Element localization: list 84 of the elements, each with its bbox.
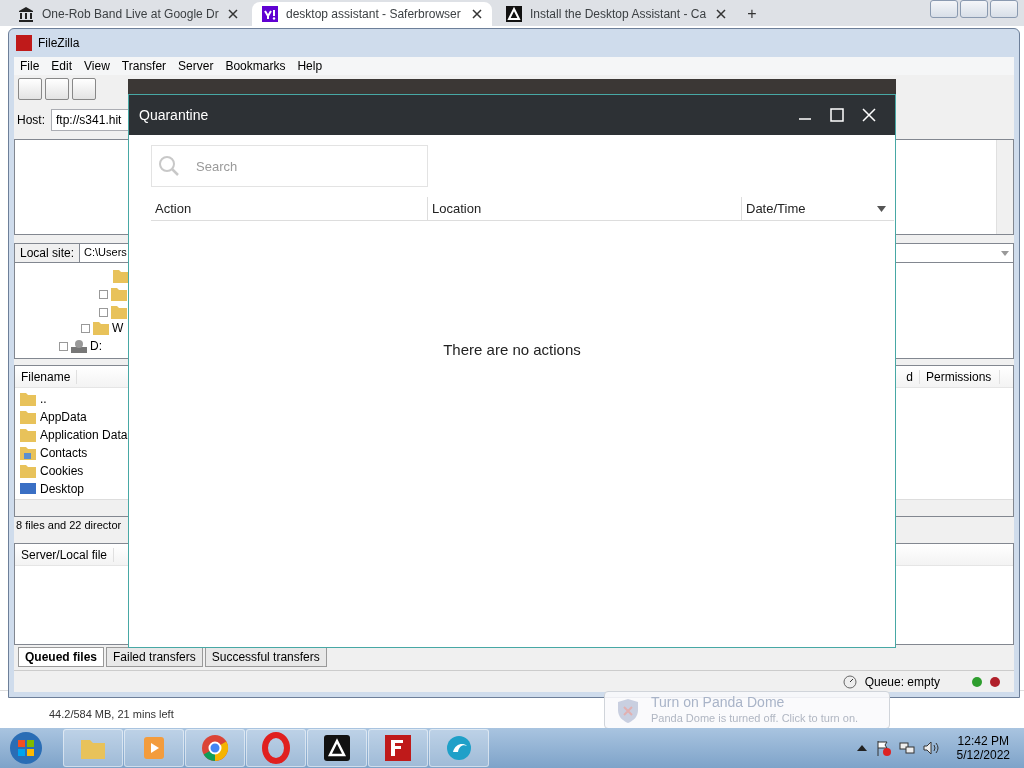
column-header[interactable]: Date/Time <box>742 197 894 220</box>
browser-tab[interactable]: One-Rob Band Live at Google Dr <box>8 2 248 26</box>
queue-tab[interactable]: Failed transfers <box>106 647 203 667</box>
taskbar-app[interactable] <box>307 729 367 767</box>
menu-item[interactable]: Bookmarks <box>219 59 292 73</box>
file-row[interactable]: .. <box>15 390 513 408</box>
notification-message: Panda Dome is turned off. Click to turn on. <box>651 712 860 724</box>
download-status: 44.2/584 MB, 21 mins left <box>49 708 174 720</box>
close-icon[interactable] <box>228 9 238 19</box>
local-site-label: Local site: <box>15 244 81 262</box>
search-icon <box>158 155 180 177</box>
triangle-logo-icon <box>321 732 353 764</box>
windows-logo-icon <box>9 731 43 765</box>
menu-item[interactable]: Help <box>291 59 329 73</box>
folder-icon <box>20 464 36 478</box>
window-title: FileZilla <box>38 36 80 50</box>
close-button[interactable] <box>990 0 1018 18</box>
empty-message: There are no actions <box>443 340 581 358</box>
toolbar-button[interactable] <box>72 78 96 100</box>
shield-warning-icon <box>615 698 641 724</box>
flag-icon[interactable] <box>874 740 891 756</box>
file-row[interactable]: Application Data <box>15 426 513 444</box>
expand-icon[interactable] <box>59 341 68 351</box>
site-manager-button[interactable] <box>18 78 42 100</box>
tree-item[interactable]: D: <box>59 339 102 353</box>
network-icon[interactable] <box>898 740 915 756</box>
column-header[interactable]: Permissions <box>920 369 1000 384</box>
filezilla-icon <box>382 732 414 764</box>
column-header[interactable]: Filename <box>15 369 78 384</box>
column-header[interactable]: Location <box>428 197 742 220</box>
taskbar-app[interactable] <box>368 729 428 767</box>
triangle-logo-icon <box>506 6 522 22</box>
file-row[interactable]: AppData <box>15 408 513 426</box>
notification-title: Turn on Panda Dome <box>651 694 786 710</box>
browser-tab[interactable]: Install the Desktop Assistant - Ca <box>496 2 736 26</box>
column-header[interactable]: Action <box>151 197 428 220</box>
menu-item[interactable]: File <box>14 59 46 73</box>
queue-tab[interactable]: Successful transfers <box>204 647 327 667</box>
host-field[interactable]: ftp://s341.hit <box>51 109 131 131</box>
folder-icon <box>111 305 127 319</box>
menu-item[interactable]: Server <box>172 59 220 73</box>
folder-icon <box>20 392 36 406</box>
folder-icon <box>111 287 127 301</box>
folder-icon <box>113 269 129 283</box>
volume-icon[interactable] <box>922 740 939 756</box>
speed-gauge-icon <box>842 674 857 689</box>
menu-item[interactable]: Edit <box>45 59 79 73</box>
queue-status: Queue: empty <box>864 674 940 689</box>
filezilla-icon <box>16 35 32 51</box>
scrollbar[interactable] <box>996 140 1013 234</box>
dialog-title: Quarantine <box>139 107 210 123</box>
minimize-button[interactable] <box>930 0 958 18</box>
dropdown-icon[interactable] <box>1001 251 1009 257</box>
tree-item[interactable]: W <box>81 321 124 335</box>
new-tab-button[interactable]: + <box>740 2 764 26</box>
restore-button[interactable] <box>960 0 988 18</box>
close-icon[interactable] <box>472 9 482 19</box>
queue-tab[interactable]: Queued files <box>18 647 105 667</box>
menu-item[interactable]: View <box>78 59 116 73</box>
file-row[interactable]: Desktop <box>15 480 513 498</box>
building-icon <box>18 6 34 22</box>
show-hidden-icons-icon[interactable] <box>856 744 867 752</box>
path-field[interactable]: C:\Users <box>84 246 127 260</box>
menu-item[interactable]: Transfer <box>115 59 173 73</box>
opera-icon <box>260 732 292 764</box>
contacts-folder-icon <box>20 446 36 460</box>
browser-tab[interactable]: desktop assistant - Saferbrowser <box>252 2 492 26</box>
column-header[interactable]: Server/Local file <box>15 547 115 562</box>
local-status: 8 files and 22 director <box>15 518 123 533</box>
folder-icon <box>93 321 109 335</box>
toolbar-button[interactable] <box>45 78 69 100</box>
close-icon[interactable] <box>716 9 726 19</box>
chrome-icon <box>199 732 231 764</box>
host-label: Host: <box>17 113 45 127</box>
search-field[interactable]: Search <box>151 145 428 187</box>
folder-icon <box>20 428 36 442</box>
file-row[interactable]: Contacts <box>15 444 513 462</box>
sort-arrow-icon[interactable] <box>877 205 886 212</box>
monitor-icon <box>20 482 36 496</box>
yahoo-logo-icon <box>262 6 278 22</box>
drive-icon <box>71 339 87 353</box>
folder-icon <box>20 410 36 424</box>
file-row[interactable]: Cookies <box>15 462 513 480</box>
clock[interactable]: 12:42 PM 5/12/2022 <box>946 734 1010 762</box>
